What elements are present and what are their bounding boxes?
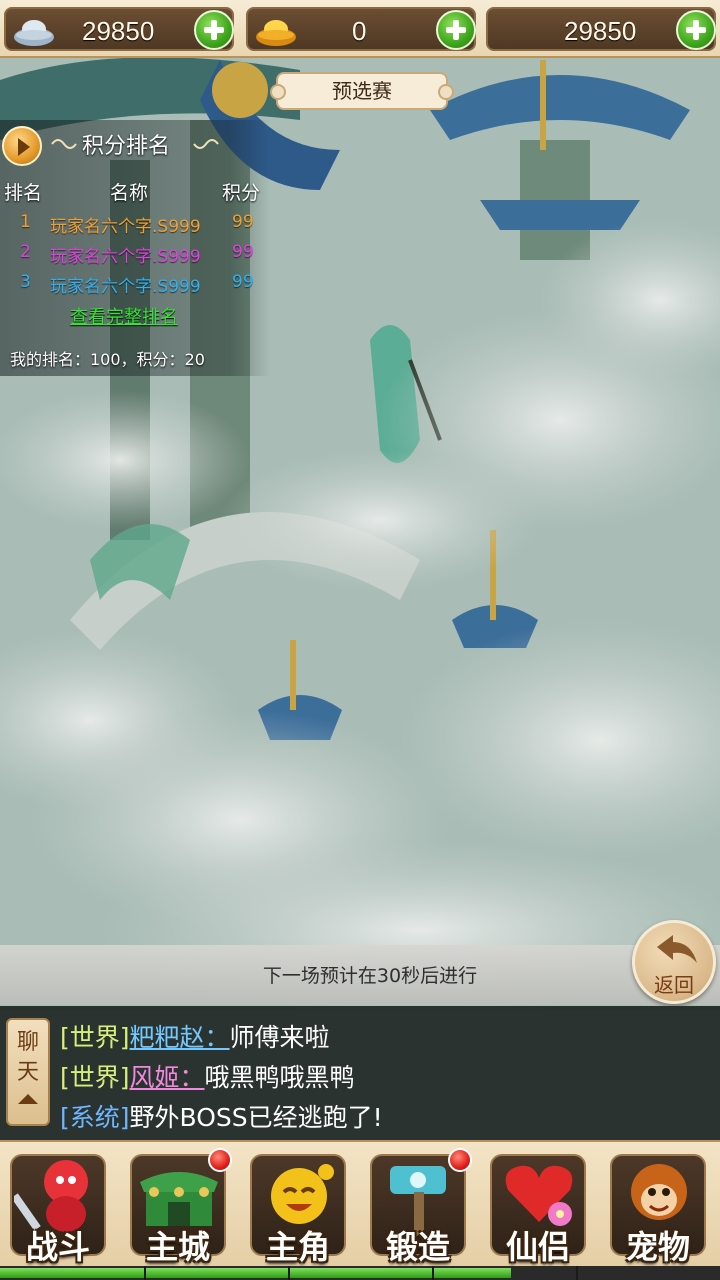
- gold-ingot-icon: [256, 20, 296, 46]
- third-currency-value: 29850: [564, 16, 637, 46]
- next-match-bar: 下一场预计在30秒后进行: [0, 945, 720, 1005]
- my-rank-text: 我的排名：100，积分：20: [10, 350, 205, 369]
- next-match-text: 下一场预计在30秒后进行: [262, 965, 478, 987]
- currency-bar: 29850 0 29850: [0, 0, 720, 58]
- chat-message: [世界]风姬：哦黑鸭哦黑鸭: [60, 1058, 355, 1094]
- back-label: 返回: [654, 973, 694, 997]
- chat-text: 野外BOSS已经逃跑了!: [129, 1103, 383, 1132]
- chevron-up-icon: [18, 1094, 38, 1104]
- gold-value: 0: [352, 16, 367, 46]
- progress-divider: [576, 1266, 578, 1280]
- swirl-ornament-icon: [51, 139, 77, 149]
- ranking-row: 3 玩家名六个字.S999 99: [0, 272, 270, 300]
- chat-tab-char: 聊: [16, 1030, 39, 1055]
- notification-badge: [208, 1148, 232, 1172]
- silver-value: 29850: [82, 16, 155, 46]
- progress-divider: [288, 1266, 290, 1280]
- row-name: 玩家名六个字.S999: [50, 217, 201, 237]
- nav-label: 主城: [145, 1228, 210, 1266]
- experience-progress-bar: [0, 1266, 720, 1280]
- progress-fill: [0, 1268, 512, 1278]
- back-button[interactable]: 返回: [632, 920, 716, 1004]
- notification-badge: [448, 1148, 472, 1172]
- row-rank: 2: [20, 242, 31, 262]
- nav-companion-button[interactable]: 仙侣: [482, 1148, 594, 1270]
- chat-channel: [系统]: [60, 1103, 130, 1132]
- bottom-nav: 战斗 主城 主角 锻造 仙侣 宠物: [0, 1140, 720, 1280]
- row-rank: 3: [20, 272, 31, 292]
- chat-text: 师傅来啦: [229, 1023, 330, 1052]
- silver-ingot-icon: [14, 20, 54, 46]
- chat-tab-char: 天: [16, 1060, 39, 1085]
- nav-label: 主角: [265, 1228, 330, 1266]
- ranking-header: 积分排名: [2, 124, 262, 166]
- chat-channel: [世界]: [60, 1023, 130, 1052]
- nav-label: 宠物: [625, 1228, 690, 1266]
- ranking-columns: 排名 名称 积分: [0, 178, 270, 204]
- nav-city-button[interactable]: 主城: [122, 1148, 234, 1270]
- collapse-ranking-button[interactable]: [2, 126, 42, 166]
- nav-battle-button[interactable]: 战斗: [2, 1148, 114, 1270]
- chat-message: [世界]粑粑赵：师傅来啦: [60, 1018, 330, 1054]
- view-full-ranking-link[interactable]: 查看完整排名: [70, 303, 178, 329]
- nav-pet-button[interactable]: 宠物: [602, 1148, 714, 1270]
- silver-currency-slot: 29850: [4, 7, 234, 51]
- nav-forge-button[interactable]: 锻造: [362, 1148, 474, 1270]
- chat-tab-button[interactable]: 聊 天: [6, 1018, 50, 1126]
- column-name: 名称: [110, 182, 149, 204]
- ranking-panel: 积分排名 排名 名称 积分 1 玩家名六个字.S999 99 2 玩家名六个字.…: [0, 120, 270, 376]
- add-gold-button[interactable]: [436, 10, 476, 50]
- swirl-ornament-icon: [193, 139, 219, 149]
- progress-divider: [144, 1266, 146, 1280]
- row-name: 玩家名六个字.S999: [50, 247, 201, 267]
- ranking-row: 2 玩家名六个字.S999 99: [0, 242, 270, 270]
- chat-channel: [世界]: [60, 1063, 130, 1092]
- chat-message: [系统]野外BOSS已经逃跑了!: [60, 1098, 383, 1134]
- chat-sender[interactable]: 粑粑赵：: [130, 1023, 230, 1052]
- back-arrow-icon: [657, 935, 697, 963]
- row-score: 99: [232, 212, 254, 232]
- row-rank: 1: [20, 212, 31, 232]
- progress-divider: [432, 1266, 434, 1280]
- third-currency-slot: 29850: [486, 7, 716, 51]
- column-score: 积分: [222, 182, 261, 204]
- chat-panel: 聊 天 [世界]粑粑赵：师傅来啦 [世界]风姬：哦黑鸭哦黑鸭 [系统]野外BOS…: [0, 1006, 720, 1140]
- ranking-title: 积分排名: [82, 134, 171, 159]
- nav-label: 锻造: [385, 1228, 450, 1266]
- row-name: 玩家名六个字.S999: [50, 277, 201, 297]
- add-silver-button[interactable]: [194, 10, 234, 50]
- ranking-row: 1 玩家名六个字.S999 99: [0, 212, 270, 240]
- row-score: 99: [232, 272, 254, 292]
- add-third-currency-button[interactable]: [676, 10, 716, 50]
- row-score: 99: [232, 242, 254, 262]
- column-rank: 排名: [4, 182, 43, 204]
- chat-text: 哦黑鸭哦黑鸭: [204, 1063, 355, 1092]
- nav-label: 战斗: [25, 1228, 90, 1266]
- nav-label: 仙侣: [505, 1228, 570, 1266]
- stage-banner: 预选赛: [270, 72, 454, 110]
- gold-currency-slot: 0: [246, 7, 476, 51]
- nav-hero-button[interactable]: 主角: [242, 1148, 354, 1270]
- chat-sender[interactable]: 风姬：: [130, 1063, 205, 1092]
